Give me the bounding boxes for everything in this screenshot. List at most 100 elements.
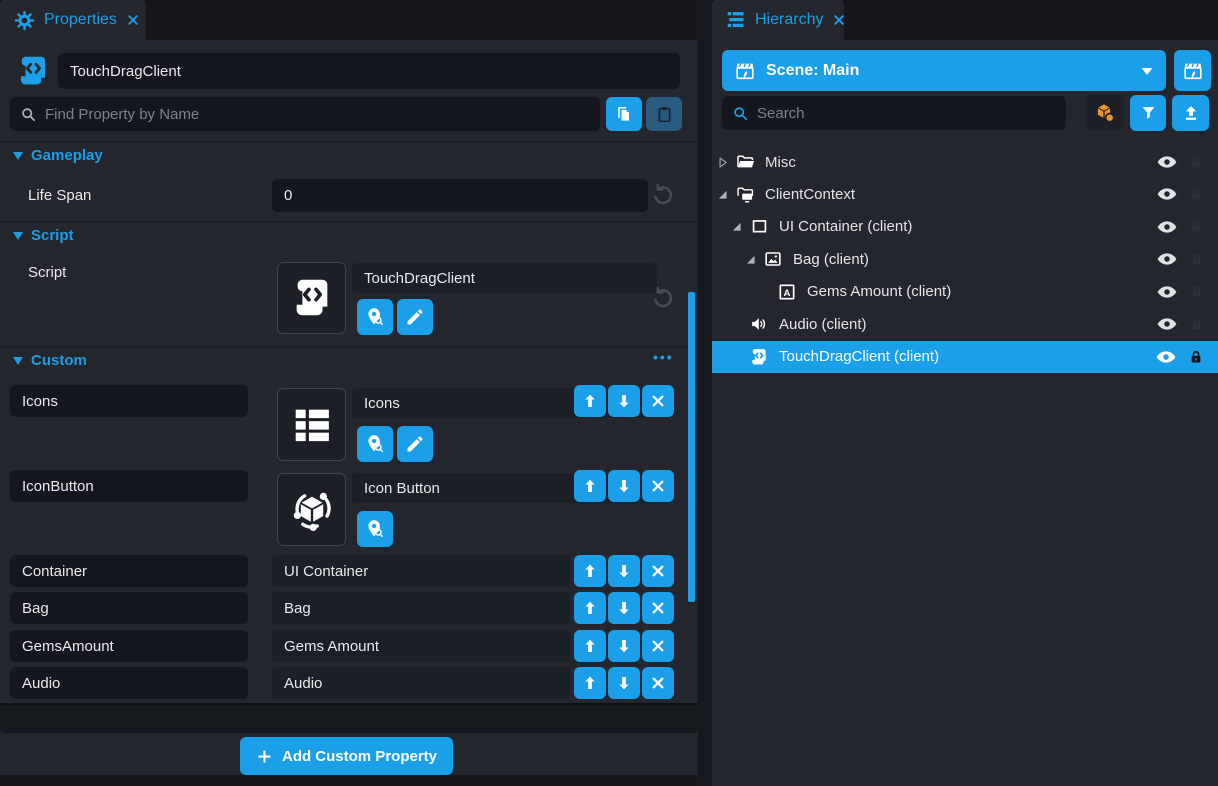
custom-name-input[interactable]	[10, 555, 248, 587]
custom-menu-button[interactable]: •••	[653, 349, 674, 365]
paste-properties-button[interactable]	[646, 97, 682, 131]
edit-button[interactable]	[397, 426, 433, 462]
lock-icon[interactable]	[1189, 219, 1204, 234]
script-label: Script	[28, 264, 66, 281]
lock-icon[interactable]	[1188, 349, 1204, 365]
custom-name-input[interactable]	[10, 630, 248, 662]
tab-hierarchy-label: Hierarchy	[755, 11, 823, 29]
property-search-input[interactable]	[45, 106, 590, 123]
hierarchy-panel: Hierarchy Scene: Main	[712, 0, 1218, 786]
move-up-button[interactable]	[574, 555, 606, 587]
section-gameplay[interactable]: Gameplay	[13, 147, 103, 164]
arrow-up-icon	[581, 477, 599, 495]
life-span-input[interactable]	[272, 179, 648, 212]
move-down-button[interactable]	[608, 385, 640, 417]
template-thumbnail[interactable]	[277, 473, 346, 546]
tree-row-audio[interactable]: Audio (client)	[712, 308, 1218, 340]
eye-icon[interactable]	[1156, 313, 1178, 335]
custom-name-input[interactable]	[10, 667, 248, 699]
tree-row-misc[interactable]: Misc	[712, 146, 1218, 178]
search-icon	[20, 106, 37, 123]
custom-value-field[interactable]: UI Container	[272, 555, 570, 587]
reset-icon[interactable]	[650, 182, 676, 208]
panel-divider[interactable]	[698, 0, 712, 786]
eye-icon[interactable]	[1156, 183, 1178, 205]
copy-icon	[614, 104, 634, 124]
custom-name-input[interactable]	[10, 470, 248, 502]
object-generator-button[interactable]	[1086, 95, 1124, 131]
delete-button[interactable]	[642, 667, 674, 699]
move-up-button[interactable]	[574, 385, 606, 417]
chevron-expanded-icon[interactable]	[730, 220, 748, 233]
scene-settings-button[interactable]	[1174, 50, 1211, 91]
object-name-input[interactable]	[58, 53, 680, 89]
move-down-button[interactable]	[608, 592, 640, 624]
move-up-button[interactable]	[574, 470, 606, 502]
custom-value: Icon Button	[364, 480, 440, 497]
lock-icon[interactable]	[1189, 252, 1204, 267]
move-up-button[interactable]	[574, 667, 606, 699]
move-down-button[interactable]	[608, 667, 640, 699]
delete-button[interactable]	[642, 470, 674, 502]
search-icon	[732, 105, 749, 122]
section-custom[interactable]: Custom	[13, 352, 87, 369]
lock-icon[interactable]	[1189, 187, 1204, 202]
tree-row-ui-container[interactable]: UI Container (client)	[712, 211, 1218, 243]
eye-icon[interactable]	[1156, 151, 1178, 173]
delete-button[interactable]	[642, 385, 674, 417]
scene-dropdown[interactable]: Scene: Main	[722, 50, 1166, 91]
life-span-label: Life Span	[28, 187, 91, 204]
section-script[interactable]: Script	[13, 227, 74, 244]
move-down-button[interactable]	[608, 630, 640, 662]
copy-properties-button[interactable]	[606, 97, 642, 131]
move-down-button[interactable]	[608, 470, 640, 502]
delete-button[interactable]	[642, 592, 674, 624]
client-context-icon	[734, 184, 756, 205]
scene-icon	[1182, 60, 1204, 82]
eye-icon[interactable]	[1156, 216, 1178, 238]
lock-icon[interactable]	[1189, 317, 1204, 332]
custom-name-input[interactable]	[10, 385, 248, 417]
collapse-all-button[interactable]	[1172, 95, 1209, 131]
delete-button[interactable]	[642, 555, 674, 587]
orange-cube-badge-icon	[1093, 101, 1117, 125]
find-in-project-button[interactable]	[357, 426, 393, 462]
script-value-field[interactable]: TouchDragClient	[352, 263, 657, 293]
close-icon[interactable]	[126, 13, 140, 27]
tab-properties[interactable]: Properties	[0, 0, 146, 40]
properties-panel: Properties	[0, 0, 698, 786]
tab-hierarchy[interactable]: Hierarchy	[712, 0, 844, 40]
tree-row-bag[interactable]: Bag (client)	[712, 243, 1218, 275]
tree-row-clientcontext[interactable]: ClientContext	[712, 178, 1218, 210]
custom-value-field[interactable]: Audio	[272, 667, 570, 699]
eye-icon[interactable]	[1156, 248, 1178, 270]
edit-script-button[interactable]	[397, 299, 433, 335]
custom-value-field[interactable]: Bag	[272, 592, 570, 624]
custom-name-input[interactable]	[10, 592, 248, 624]
filter-button[interactable]	[1130, 95, 1166, 131]
lock-icon[interactable]	[1189, 284, 1204, 299]
script-thumbnail[interactable]	[277, 262, 346, 334]
find-in-project-button[interactable]	[357, 299, 393, 335]
ui-grid-thumbnail[interactable]	[277, 388, 346, 461]
add-custom-property-button[interactable]: Add Custom Property	[240, 737, 453, 775]
custom-value-field[interactable]: Gems Amount	[272, 630, 570, 662]
reset-icon[interactable]	[650, 285, 676, 311]
tree-row-touchdragclient[interactable]: TouchDragClient (client)	[712, 341, 1218, 373]
lock-icon[interactable]	[1189, 155, 1204, 170]
chevron-expanded-icon[interactable]	[744, 253, 762, 266]
close-icon[interactable]	[832, 13, 846, 27]
hierarchy-search-input[interactable]	[757, 105, 1056, 122]
find-in-project-button[interactable]	[357, 511, 393, 547]
eye-icon[interactable]	[1155, 346, 1177, 368]
eye-icon[interactable]	[1156, 281, 1178, 303]
move-up-button[interactable]	[574, 592, 606, 624]
scrollbar[interactable]	[688, 292, 695, 602]
chevron-expanded-icon[interactable]	[716, 188, 734, 201]
funnel-icon	[1139, 104, 1158, 123]
tree-row-gems-amount[interactable]: A Gems Amount (client)	[712, 276, 1218, 308]
move-up-button[interactable]	[574, 630, 606, 662]
delete-button[interactable]	[642, 630, 674, 662]
chevron-right-icon[interactable]	[716, 156, 734, 169]
move-down-button[interactable]	[608, 555, 640, 587]
